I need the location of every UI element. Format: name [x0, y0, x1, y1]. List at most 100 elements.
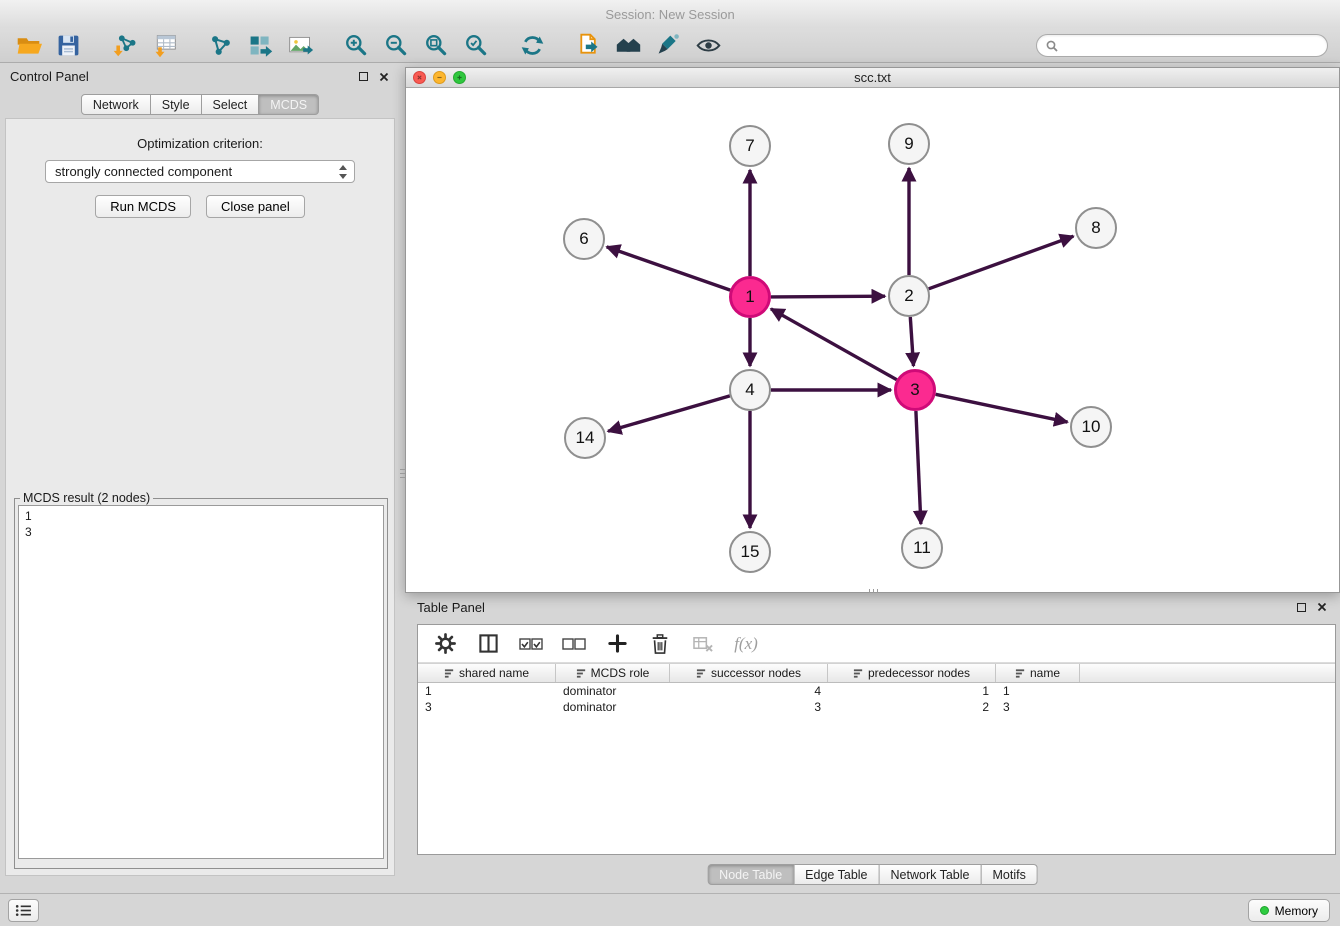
mcds-result-list[interactable]: 13 — [18, 505, 384, 859]
graph-edge-2-8[interactable] — [929, 236, 1074, 289]
graph-node-2[interactable]: 2 — [888, 275, 930, 317]
deselect-all-button[interactable] — [561, 631, 587, 657]
export-network-button[interactable] — [240, 30, 280, 61]
column-header-name[interactable]: name — [996, 664, 1080, 682]
gear-icon — [435, 633, 456, 654]
table-cell: 1 — [828, 683, 996, 699]
close-panel-icon[interactable] — [378, 71, 390, 83]
memory-button[interactable]: Memory — [1248, 899, 1330, 922]
add-column-button[interactable] — [604, 631, 630, 657]
table-tab-motifs[interactable]: Motifs — [981, 864, 1037, 885]
optimization-dropdown[interactable]: strongly connected component — [45, 160, 355, 183]
graph-node-8[interactable]: 8 — [1075, 207, 1117, 249]
float-table-panel-icon[interactable] — [1295, 601, 1307, 613]
graph-edge-4-14[interactable] — [608, 396, 730, 431]
control-panel-title: Control Panel — [10, 69, 89, 84]
dropdown-stepper-icon — [335, 162, 350, 181]
tab-mcds[interactable]: MCDS — [259, 94, 319, 115]
fx-label: f(x) — [734, 634, 758, 654]
table-tab-node-table[interactable]: Node Table — [707, 864, 794, 885]
table-row[interactable]: 1dominator411 — [418, 683, 1335, 699]
graph-node-4[interactable]: 4 — [729, 369, 771, 411]
network-window-titlebar: scc.txt — [406, 68, 1339, 88]
column-header-MCDS-role[interactable]: MCDS role — [556, 664, 670, 682]
network-window-title: scc.txt — [854, 70, 891, 85]
network-canvas[interactable]: 7 9 6 8 1 2 4 3 14 10 15 11 — [406, 88, 1339, 591]
tab-network[interactable]: Network — [81, 94, 151, 115]
graph-node-7[interactable]: 7 — [729, 125, 771, 167]
zoom-fit-button[interactable] — [416, 30, 456, 61]
function-builder-button: f(x) — [733, 631, 759, 657]
graph-node-1[interactable]: 1 — [729, 276, 771, 318]
copy-document-button[interactable] — [568, 30, 608, 61]
close-window-icon[interactable] — [413, 71, 426, 84]
import-table-button[interactable] — [144, 30, 184, 61]
tab-select[interactable]: Select — [202, 94, 260, 115]
close-table-panel-icon[interactable] — [1316, 601, 1328, 613]
table-settings-button[interactable] — [432, 631, 458, 657]
run-mcds-button[interactable]: Run MCDS — [95, 195, 191, 218]
table-cell: 2 — [828, 699, 996, 715]
graph-edge-1-6[interactable] — [607, 247, 731, 290]
zoom-out-button[interactable] — [376, 30, 416, 61]
float-panel-icon[interactable] — [357, 71, 369, 83]
export-image-button[interactable] — [280, 30, 320, 61]
table-panel-body: f(x) shared name MCDS rolesuccessor nodes… — [417, 624, 1336, 855]
maximize-window-icon[interactable] — [453, 71, 466, 84]
minimize-window-icon[interactable] — [433, 71, 446, 84]
graph-node-3[interactable]: 3 — [894, 369, 936, 411]
graph-edge-1-2[interactable] — [771, 296, 885, 297]
graph-node-10[interactable]: 10 — [1070, 406, 1112, 448]
table-cell: 4 — [670, 683, 828, 699]
table-tab-edge-table[interactable]: Edge Table — [794, 864, 879, 885]
import-network-icon — [111, 32, 138, 59]
graph-edge-3-1[interactable] — [771, 309, 897, 380]
table-cell: 1 — [996, 683, 1080, 699]
show-hide-button[interactable] — [688, 30, 728, 61]
close-panel-button[interactable]: Close panel — [206, 195, 305, 218]
graph-node-11[interactable]: 11 — [901, 527, 943, 569]
open-session-button[interactable] — [8, 30, 48, 61]
save-session-button[interactable] — [48, 30, 88, 61]
graph-node-14[interactable]: 14 — [564, 417, 606, 459]
column-header-shared-name[interactable]: shared name — [418, 664, 556, 682]
column-label: shared name — [459, 666, 529, 680]
delete-column-button[interactable] — [647, 631, 673, 657]
zoom-selected-button[interactable] — [456, 30, 496, 61]
graph-edge-3-11[interactable] — [916, 411, 921, 524]
table-panel: Table Panel — [405, 593, 1340, 893]
show-columns-button[interactable] — [475, 631, 501, 657]
network-share-button[interactable] — [200, 30, 240, 61]
column-header-predecessor-nodes[interactable]: predecessor nodes — [828, 664, 996, 682]
column-header-successor-nodes[interactable]: successor nodes — [670, 664, 828, 682]
table-tab-network-table[interactable]: Network Table — [880, 864, 982, 885]
table-toolbar: f(x) — [418, 625, 1335, 663]
search-input[interactable] — [1063, 38, 1318, 53]
zoom-in-button[interactable] — [336, 30, 376, 61]
control-panel: Control Panel NetworkStyleSelectMCDS Opt… — [0, 63, 400, 893]
style-brush-button[interactable] — [648, 30, 688, 61]
select-all-button[interactable] — [518, 631, 544, 657]
vertical-splitter-grip[interactable] — [398, 460, 406, 486]
sort-icon — [1015, 668, 1026, 679]
graph-node-6[interactable]: 6 — [563, 218, 605, 260]
task-history-button[interactable] — [8, 899, 39, 922]
graph-edge-2-3[interactable] — [910, 317, 913, 366]
graph-node-9[interactable]: 9 — [888, 123, 930, 165]
graph-node-15[interactable]: 15 — [729, 531, 771, 573]
tab-style[interactable]: Style — [151, 94, 202, 115]
refresh-layout-button[interactable] — [512, 30, 552, 61]
search-box[interactable] — [1036, 34, 1328, 57]
import-network-button[interactable] — [104, 30, 144, 61]
delete-table-button-disabled — [690, 631, 716, 657]
home-view-button[interactable] — [608, 30, 648, 61]
graph-edge-3-10[interactable] — [936, 394, 1068, 422]
table-row[interactable]: 3dominator323 — [418, 699, 1335, 715]
memory-label: Memory — [1275, 904, 1318, 918]
column-label: predecessor nodes — [868, 666, 970, 680]
network-share-icon — [207, 32, 234, 59]
columns-icon — [478, 633, 499, 654]
eye-icon — [695, 32, 722, 59]
table-cell: 3 — [996, 699, 1080, 715]
trash-icon — [650, 633, 670, 655]
